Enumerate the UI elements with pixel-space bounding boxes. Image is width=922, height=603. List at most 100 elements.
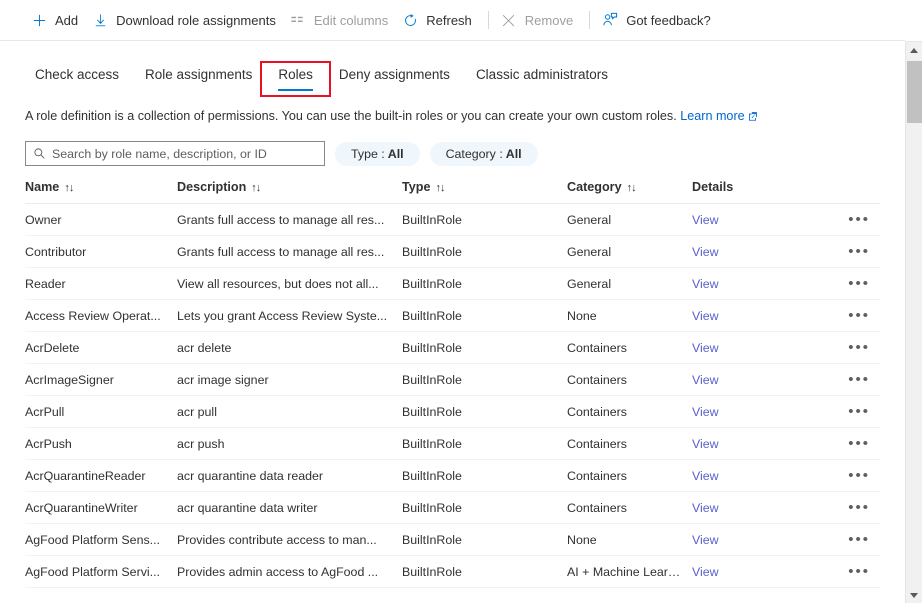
view-details-link[interactable]: View: [692, 437, 719, 451]
scrollbar-thumb[interactable]: [907, 61, 922, 123]
more-options-icon[interactable]: •••: [846, 404, 872, 419]
view-details-link[interactable]: View: [692, 533, 719, 547]
got-feedback-button[interactable]: Got feedback?: [597, 5, 720, 35]
view-details-link[interactable]: View: [692, 565, 719, 579]
cell-category: Containers: [567, 363, 692, 396]
table-row[interactable]: Access Review Operat... Lets you grant Ac…: [25, 299, 880, 332]
view-details-link[interactable]: View: [692, 469, 719, 483]
vertical-scrollbar[interactable]: [905, 42, 922, 603]
role-type-text: BuiltInRole: [402, 372, 462, 387]
cell-category: None: [567, 299, 692, 332]
tab-check-access[interactable]: Check access: [22, 66, 132, 92]
role-name-text: AgFood Platform Sens...: [25, 532, 160, 547]
table-row[interactable]: AcrQuarantineWriter acr quarantine data w…: [25, 491, 880, 524]
cell-category: Containers: [567, 491, 692, 524]
cell-actions: •••: [807, 427, 880, 460]
filter-pill-category[interactable]: Category : All: [429, 141, 538, 166]
table-row[interactable]: AcrDelete acr delete BuiltInRole Containers…: [25, 331, 880, 364]
cell-category: Containers: [567, 459, 692, 492]
role-category-text: General: [567, 212, 612, 227]
sort-icon[interactable]: ↑↓: [251, 182, 261, 194]
cell-category: Containers: [567, 427, 692, 460]
table-row[interactable]: Contributor Grants full access to manage …: [25, 235, 880, 268]
more-options-icon[interactable]: •••: [846, 276, 872, 291]
column-header-name-label: Name: [25, 180, 60, 194]
column-header-description[interactable]: Description ↑↓: [177, 180, 402, 204]
column-header-details-label: Details: [692, 180, 734, 194]
table-row[interactable]: AcrPull acr pull BuiltInRole Containers View…: [25, 395, 880, 428]
tab-classic-administrators[interactable]: Classic administrators: [463, 66, 621, 92]
more-options-icon[interactable]: •••: [846, 532, 872, 547]
table-row[interactable]: AcrQuarantineReader acr quarantine data r…: [25, 459, 880, 492]
tab-role-assignments[interactable]: Role assignments: [132, 66, 265, 92]
role-name-text: AcrQuarantineReader: [25, 468, 146, 483]
more-options-icon[interactable]: •••: [846, 500, 872, 515]
more-options-icon[interactable]: •••: [846, 468, 872, 483]
filter-pill-type[interactable]: Type : All: [335, 141, 420, 166]
remove-label: Remove: [524, 12, 574, 28]
cell-actions: •••: [807, 491, 880, 524]
view-details-link[interactable]: View: [692, 309, 719, 323]
table-row[interactable]: Reader View all resources, but does not a…: [25, 267, 880, 300]
view-details-link[interactable]: View: [692, 373, 719, 387]
more-options-icon[interactable]: •••: [846, 372, 872, 387]
table-row[interactable]: AcrPush acr push BuiltInRole Containers View…: [25, 427, 880, 460]
role-description-text: acr delete: [177, 340, 232, 355]
search-input[interactable]: [52, 146, 324, 161]
refresh-button[interactable]: Refresh: [397, 5, 481, 35]
table-row[interactable]: Owner Grants full access to manage all re…: [25, 203, 880, 236]
search-box[interactable]: [25, 141, 325, 166]
sort-icon[interactable]: ↑↓: [64, 182, 74, 194]
add-button[interactable]: Add: [26, 5, 87, 35]
roles-table-container: Name ↑↓ Description ↑↓ Type ↑↓ Category ↑↓ D…: [0, 180, 922, 588]
view-details-link[interactable]: View: [692, 501, 719, 515]
role-category-text: Containers: [567, 468, 627, 483]
role-category-text: None: [567, 308, 597, 323]
role-name-text: AcrQuarantineWriter: [25, 500, 138, 515]
add-button-label: Add: [55, 12, 79, 28]
column-header-category[interactable]: Category ↑↓: [567, 180, 692, 204]
more-options-icon[interactable]: •••: [846, 340, 872, 355]
view-details-link[interactable]: View: [692, 277, 719, 291]
table-row[interactable]: AgFood Platform Servi... Provides admin a…: [25, 555, 880, 588]
role-name-text: AcrDelete: [25, 340, 80, 355]
sort-icon[interactable]: ↑↓: [435, 182, 445, 194]
more-options-icon[interactable]: •••: [846, 436, 872, 451]
role-description-text: acr push: [177, 436, 225, 451]
view-details-link[interactable]: View: [692, 213, 719, 227]
download-role-assignments-button[interactable]: Download role assignments: [87, 5, 285, 35]
tab-deny-assignments[interactable]: Deny assignments: [326, 66, 463, 92]
more-options-icon[interactable]: •••: [846, 308, 872, 323]
role-description-text: acr quarantine data reader: [177, 468, 324, 483]
tab-underline: [278, 89, 313, 91]
cell-details: View: [692, 491, 807, 524]
role-type-text: BuiltInRole: [402, 564, 462, 579]
cell-category: Containers: [567, 331, 692, 364]
scroll-down-arrow-icon[interactable]: [906, 586, 922, 603]
role-category-text: General: [567, 244, 612, 259]
external-link-icon: [748, 109, 758, 126]
learn-more-link[interactable]: Learn more: [680, 109, 744, 123]
view-details-link[interactable]: View: [692, 341, 719, 355]
scroll-up-arrow-icon[interactable]: [906, 42, 922, 59]
table-row[interactable]: AgFood Platform Sens... Provides contribu…: [25, 523, 880, 556]
more-options-icon[interactable]: •••: [846, 212, 872, 227]
column-header-name[interactable]: Name ↑↓: [25, 180, 177, 204]
view-details-link[interactable]: View: [692, 405, 719, 419]
cell-actions: •••: [807, 459, 880, 492]
cell-type: BuiltInRole: [402, 203, 567, 236]
column-header-type[interactable]: Type ↑↓: [402, 180, 567, 204]
view-details-link[interactable]: View: [692, 245, 719, 259]
role-type-text: BuiltInRole: [402, 436, 462, 451]
cell-details: View: [692, 363, 807, 396]
role-category-text: None: [567, 532, 597, 547]
more-options-icon[interactable]: •••: [846, 244, 872, 259]
cell-actions: •••: [807, 555, 880, 588]
tab-roles[interactable]: Roles: [260, 61, 331, 97]
table-row[interactable]: AcrImageSigner acr image signer BuiltInRol…: [25, 363, 880, 396]
sort-icon[interactable]: ↑↓: [627, 182, 637, 194]
role-type-text: BuiltInRole: [402, 308, 462, 323]
more-options-icon[interactable]: •••: [846, 564, 872, 579]
role-description-text: Provides contribute access to man...: [177, 532, 377, 547]
role-name-text: Contributor: [25, 244, 87, 259]
